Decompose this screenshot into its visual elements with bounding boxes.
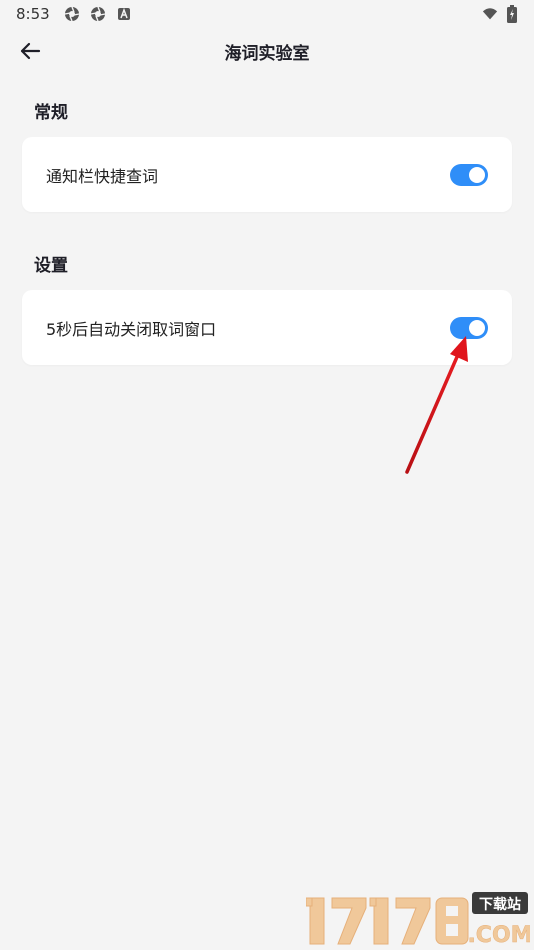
page-title: 海词实验室	[224, 43, 310, 64]
notification-quick-lookup-toggle[interactable]	[450, 163, 488, 186]
setting-label: 5秒后自动关闭取词窗口	[46, 319, 217, 339]
setting-row-auto-close-window: 5秒后自动关闭取词窗口	[22, 290, 512, 365]
setting-row-notification-quick-lookup: 通知栏快捷查词	[22, 137, 512, 212]
aperture-icon	[90, 6, 106, 22]
toggle-knob	[469, 319, 485, 336]
status-bar: 8:53	[0, 0, 534, 28]
status-right	[482, 5, 520, 23]
back-button[interactable]	[12, 35, 48, 67]
toggle-knob	[469, 166, 485, 183]
screen: 8:53 海词实验室 常规 通知栏快捷查词 设置 5秒后自动关闭取词窗口 下载站…	[0, 0, 534, 950]
arrow-left-icon	[20, 42, 41, 60]
section-title-settings: 设置	[34, 256, 68, 276]
status-time: 8:53	[16, 5, 50, 23]
app-header: 海词实验室	[0, 28, 534, 74]
aperture-icon	[64, 6, 80, 22]
setting-label: 通知栏快捷查词	[46, 166, 159, 186]
auto-close-window-toggle[interactable]	[450, 316, 488, 339]
watermark-tag: 下载站	[479, 896, 521, 913]
watermark-suffix: .COM	[467, 923, 530, 948]
site-watermark: 下载站 .COM	[305, 890, 533, 948]
battery-charging-icon	[504, 5, 520, 23]
status-left: 8:53	[16, 5, 132, 23]
section-title-general: 常规	[34, 103, 68, 123]
a-letter-icon	[116, 6, 132, 22]
wifi-icon	[482, 6, 498, 22]
